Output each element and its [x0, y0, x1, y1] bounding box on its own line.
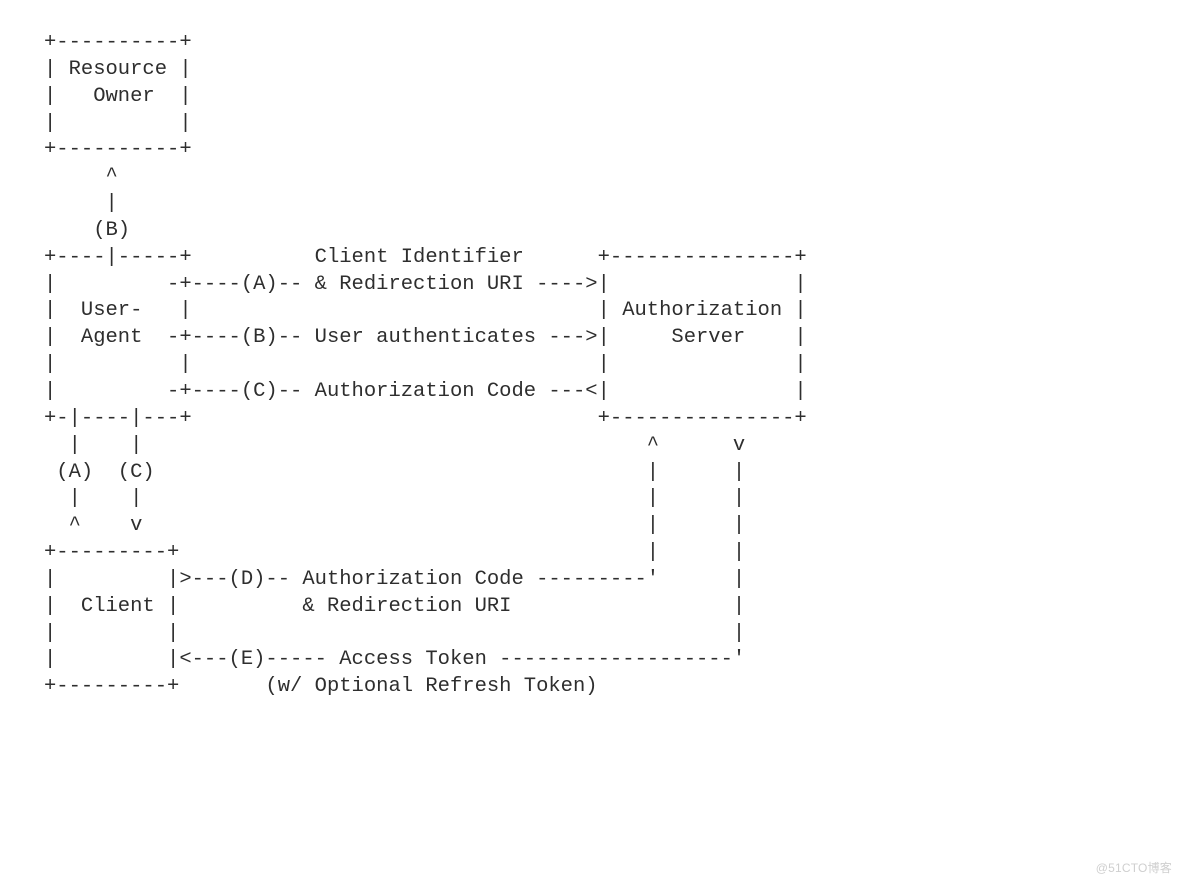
- oauth-ascii-diagram: +----------+ | Resource | | Owner | | | …: [0, 0, 1184, 701]
- watermark-text: @51CTO博客: [1096, 859, 1172, 876]
